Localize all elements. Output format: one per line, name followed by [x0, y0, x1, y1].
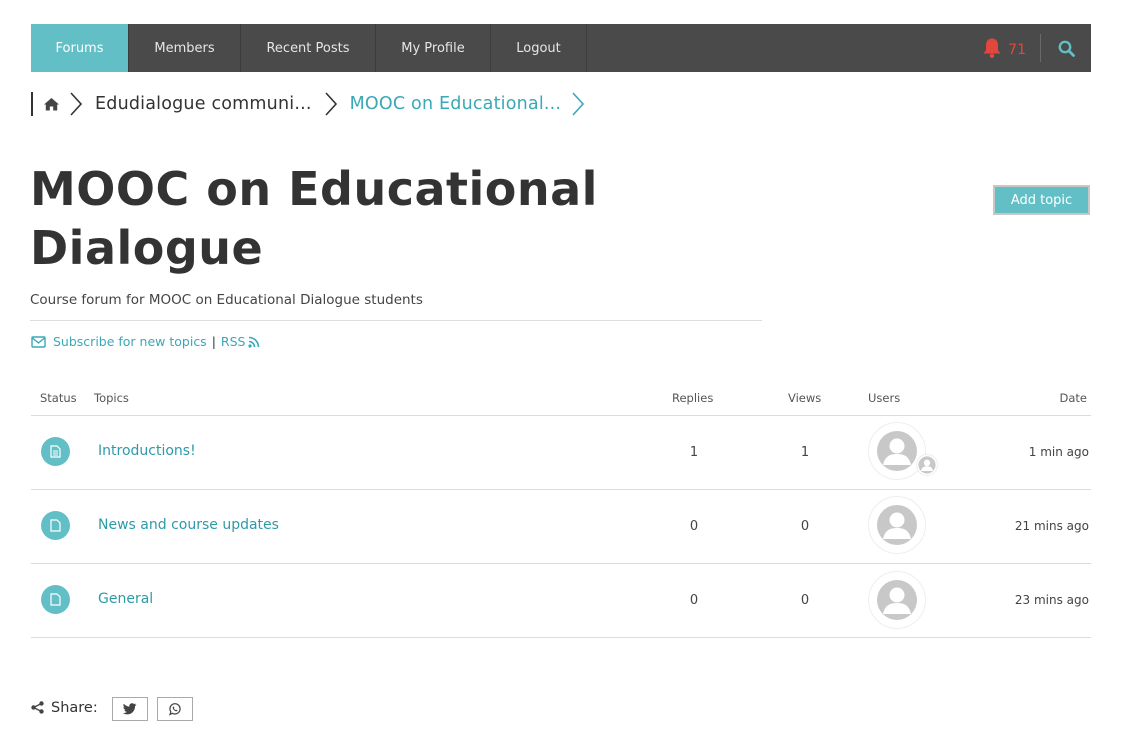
share-label: Share:: [51, 699, 98, 716]
subscribe-link[interactable]: Subscribe for new topics: [53, 334, 207, 349]
avatar-small[interactable]: [916, 454, 938, 476]
nav-my-profile[interactable]: My Profile: [376, 24, 491, 72]
header-topics: Topics: [94, 391, 129, 405]
replies-count: 0: [689, 593, 699, 608]
replies-count: 1: [689, 445, 699, 460]
search-icon: [1058, 40, 1075, 57]
header-date: Date: [1059, 391, 1088, 405]
table-row: News and course updates 0 0 21 mins ago: [31, 490, 1091, 564]
home-icon: [43, 98, 59, 111]
divider: [30, 320, 762, 321]
topic-link[interactable]: Introductions!: [98, 443, 196, 459]
views-count: 0: [800, 519, 810, 534]
rss-link[interactable]: RSS: [221, 334, 246, 349]
envelope-icon: [31, 335, 46, 348]
header-status: Status: [40, 391, 77, 405]
separator: |: [211, 334, 216, 349]
share-bar: Share:: [31, 694, 193, 721]
topics-table-header: Status Topics Replies Views Users Date: [31, 386, 1091, 416]
avatar[interactable]: [868, 496, 926, 554]
user-icon: [918, 456, 936, 474]
last-post-date[interactable]: 21 mins ago: [1015, 519, 1089, 533]
breadcrumb-community[interactable]: Edudialogue communi...: [95, 94, 312, 114]
nav-right-tools: 71: [982, 24, 1091, 72]
forum-description: Course forum for MOOC on Educational Dia…: [30, 292, 423, 308]
topic-status-icon: [41, 511, 70, 540]
table-row: General 0 0 23 mins ago: [31, 564, 1091, 638]
table-row: Introductions! 1 1 1 min ago: [31, 416, 1091, 490]
user-icon: [877, 580, 917, 620]
last-post-date[interactable]: 23 mins ago: [1015, 593, 1089, 607]
chevron-right-icon: [322, 89, 340, 119]
breadcrumb-home[interactable]: [33, 97, 69, 111]
share-whatsapp-button[interactable]: [156, 697, 193, 721]
topic-link[interactable]: General: [98, 591, 153, 607]
document-icon: [50, 445, 61, 458]
replies-count: 0: [689, 519, 699, 534]
breadcrumb: Edudialogue communi... MOOC on Education…: [31, 88, 593, 120]
last-post-date[interactable]: 1 min ago: [1029, 445, 1089, 459]
page-title: MOOC on Educational Dialogue: [30, 162, 598, 275]
document-icon: [50, 519, 61, 532]
document-icon: [50, 593, 61, 606]
header-views: Views: [788, 391, 822, 405]
share-twitter-button[interactable]: [111, 697, 148, 721]
nav-forums[interactable]: Forums: [31, 24, 129, 72]
chevron-right-icon: [569, 89, 587, 119]
bell-icon: [983, 38, 1001, 58]
user-icon: [877, 431, 917, 471]
whatsapp-icon: [168, 703, 181, 716]
share-icon: [31, 701, 44, 714]
subscribe-bar: Subscribe for new topics | RSS: [31, 334, 260, 349]
views-count: 0: [800, 593, 810, 608]
topic-link[interactable]: News and course updates: [98, 517, 279, 533]
topic-status-icon: [41, 437, 70, 466]
breadcrumb-current-forum[interactable]: MOOC on Educational...: [350, 94, 562, 114]
rss-icon[interactable]: [248, 336, 260, 348]
notification-count: 71: [1008, 41, 1026, 58]
search-button[interactable]: [1041, 24, 1091, 72]
twitter-icon: [122, 703, 137, 715]
nav-logout[interactable]: Logout: [491, 24, 587, 72]
notifications-button[interactable]: 71: [982, 34, 1041, 62]
chevron-right-icon: [67, 89, 85, 119]
header-replies: Replies: [672, 391, 714, 405]
nav-members[interactable]: Members: [129, 24, 241, 72]
views-count: 1: [800, 445, 810, 460]
add-topic-button[interactable]: Add topic: [993, 185, 1090, 215]
nav-recent-posts[interactable]: Recent Posts: [241, 24, 376, 72]
main-navbar: Forums Members Recent Posts My Profile L…: [31, 24, 1091, 72]
header-users: Users: [868, 391, 901, 405]
avatar[interactable]: [868, 571, 926, 629]
user-icon: [877, 505, 917, 545]
topic-status-icon: [41, 585, 70, 614]
